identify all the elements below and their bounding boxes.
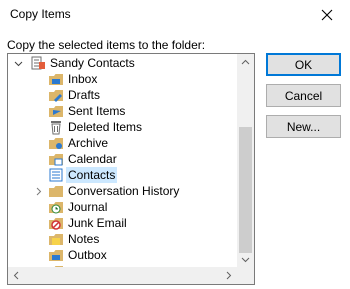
- tree-root[interactable]: Sandy Contacts: [8, 55, 238, 71]
- scroll-left-button[interactable]: [8, 267, 25, 284]
- cancel-button[interactable]: Cancel: [266, 84, 341, 107]
- tree-item-calendar[interactable]: Calendar: [8, 151, 238, 167]
- close-button[interactable]: [304, 0, 350, 30]
- scroll-right-button[interactable]: [220, 267, 237, 284]
- tree-item-outbox[interactable]: Outbox: [8, 247, 238, 263]
- close-icon: [321, 9, 333, 21]
- journal-folder-icon: [48, 199, 64, 215]
- collapse-chevron-icon[interactable]: [13, 55, 23, 71]
- chevron-up-icon: [241, 59, 250, 65]
- calendar-folder-icon: [48, 151, 64, 167]
- scroll-up-button[interactable]: [237, 54, 254, 71]
- tree-item-junk-email[interactable]: Junk Email: [8, 215, 238, 231]
- contacts-folder-icon: [48, 167, 64, 183]
- folder-tree[interactable]: Sandy Contacts Inbox Drafts Sent Items D…: [7, 53, 255, 285]
- tree-item-contacts[interactable]: Contacts: [8, 167, 238, 183]
- contacts-store-icon: [30, 55, 46, 71]
- notes-folder-icon: [48, 231, 64, 247]
- tree-item-deleted-items[interactable]: Deleted Items: [8, 119, 238, 135]
- vertical-scrollbar[interactable]: [237, 54, 254, 268]
- ok-button[interactable]: OK: [266, 53, 341, 76]
- tree-item-drafts[interactable]: Drafts: [8, 87, 238, 103]
- tree-item-inbox[interactable]: Inbox: [8, 71, 238, 87]
- archive-folder-icon: [48, 135, 64, 151]
- new-folder-button[interactable]: New...: [266, 115, 341, 138]
- tree-item-conversation-history[interactable]: Conversation History: [8, 183, 238, 199]
- tree-item-archive[interactable]: Archive: [8, 135, 238, 151]
- expand-chevron-icon[interactable]: [33, 183, 43, 199]
- inbox-folder-icon: [48, 71, 64, 87]
- drafts-folder-icon: [48, 87, 64, 103]
- junk-folder-icon: [48, 215, 64, 231]
- scroll-corner: [237, 267, 254, 284]
- tree-item-journal[interactable]: Journal: [8, 199, 238, 215]
- folder-prompt-label: Copy the selected items to the folder:: [7, 38, 206, 52]
- tree-item-notes[interactable]: Notes: [8, 231, 238, 247]
- window-title: Copy Items: [10, 7, 71, 21]
- conversation-folder-icon: [48, 183, 64, 199]
- vertical-scroll-thumb[interactable]: [239, 127, 252, 253]
- trash-icon: [48, 119, 64, 135]
- title-bar: Copy Items: [0, 0, 350, 30]
- horizontal-scrollbar[interactable]: [8, 267, 237, 284]
- chevron-down-icon: [241, 257, 250, 263]
- sent-folder-icon: [48, 103, 64, 119]
- tree-item-sent-items[interactable]: Sent Items: [8, 103, 238, 119]
- tree-root-label: Sandy Contacts: [50, 56, 135, 70]
- scroll-down-button[interactable]: [237, 251, 254, 268]
- chevron-left-icon: [13, 271, 19, 280]
- outbox-folder-icon: [48, 247, 64, 263]
- chevron-right-icon: [226, 271, 232, 280]
